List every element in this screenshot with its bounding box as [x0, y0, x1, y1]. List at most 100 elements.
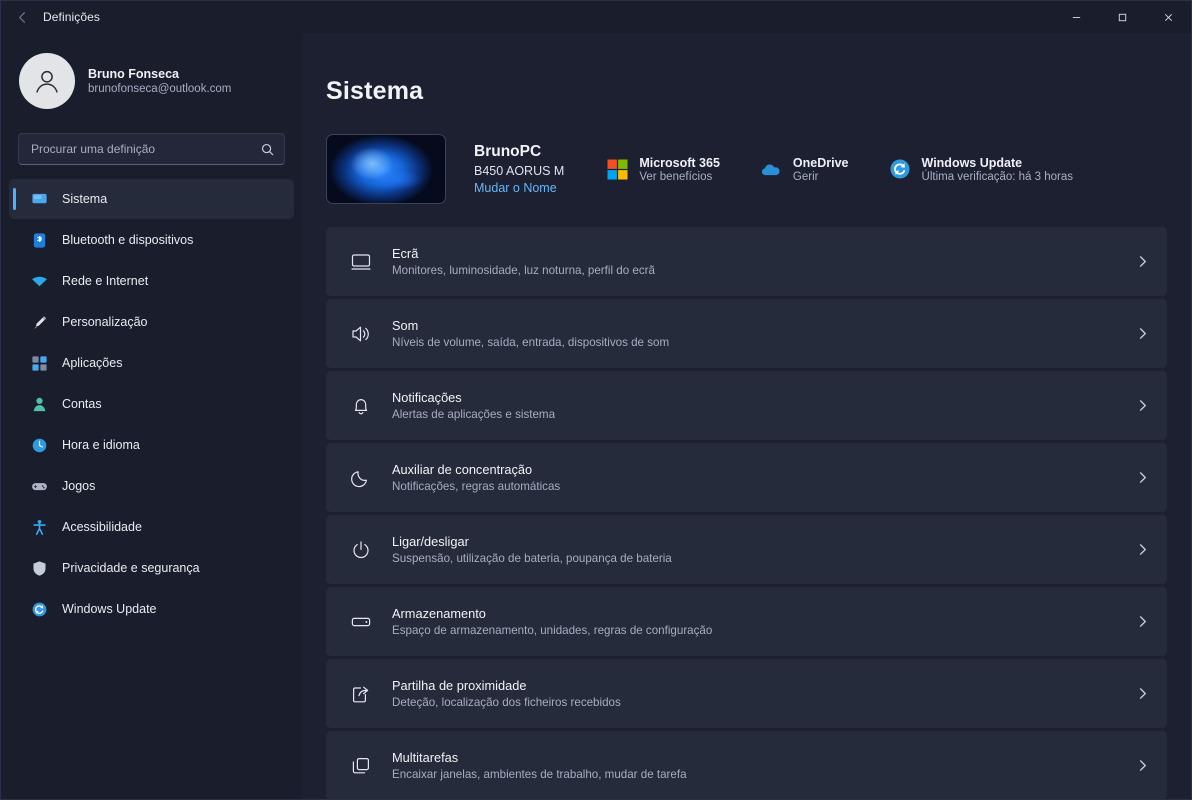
title-bar: Definições — [1, 1, 1191, 33]
sidebar-item-bluetooth[interactable]: Bluetooth e dispositivos — [9, 220, 294, 260]
window-body: Bruno Fonseca brunofonseca@outlook.com — [1, 33, 1191, 799]
settings-row-subtitle: Espaço de armazenamento, unidades, regra… — [392, 624, 1136, 637]
quick-link-microsoft-365[interactable]: Microsoft 365 Ver benefícios — [606, 156, 720, 183]
quick-link-title: OneDrive — [793, 156, 849, 170]
settings-row-ecra[interactable]: Ecrã Monitores, luminosidade, luz noturn… — [326, 227, 1167, 296]
settings-row-subtitle: Suspensão, utilização de bateria, poupan… — [392, 552, 1136, 565]
maximize-icon — [1117, 12, 1128, 23]
chevron-right-icon — [1136, 471, 1149, 484]
sidebar-nav: Sistema Bluetooth e dispositivos — [1, 179, 302, 629]
close-icon — [1163, 12, 1174, 23]
settings-row-title: Ligar/desligar — [392, 534, 1136, 549]
onedrive-cloud-icon — [760, 158, 782, 180]
display-icon — [31, 191, 48, 208]
sidebar-item-privacidade[interactable]: Privacidade e segurança — [9, 548, 294, 588]
sidebar-item-hora[interactable]: Hora e idioma — [9, 425, 294, 465]
bluetooth-icon — [31, 232, 48, 249]
minimize-icon — [1071, 12, 1082, 23]
quick-link-subtitle: Ver benefícios — [639, 171, 720, 183]
sidebar-item-contas[interactable]: Contas — [9, 384, 294, 424]
quick-link-title: Windows Update — [922, 156, 1073, 170]
settings-row-text: Auxiliar de concentração Notificações, r… — [392, 462, 1136, 493]
microsoft-logo-icon — [606, 158, 628, 180]
rename-device-link[interactable]: Mudar o Nome — [474, 181, 564, 195]
quick-link-subtitle: Última verificação: há 3 horas — [922, 171, 1073, 183]
sidebar-item-label: Privacidade e segurança — [62, 561, 200, 575]
settings-row-ligar-desligar[interactable]: Ligar/desligar Suspensão, utilização de … — [326, 515, 1167, 584]
windows-bloom-wallpaper — [326, 134, 446, 204]
settings-row-title: Som — [392, 318, 1136, 333]
quick-link-text: OneDrive Gerir — [793, 156, 849, 183]
device-name: BrunoPC — [474, 143, 564, 161]
sidebar-item-label: Contas — [62, 397, 102, 411]
quick-link-onedrive[interactable]: OneDrive Gerir — [760, 156, 849, 183]
settings-row-title: Auxiliar de concentração — [392, 462, 1136, 477]
search-box[interactable] — [18, 133, 285, 165]
monitor-icon — [348, 251, 374, 273]
sidebar-item-aplicacoes[interactable]: Aplicações — [9, 343, 294, 383]
speaker-icon — [348, 323, 374, 345]
shield-icon — [31, 560, 48, 577]
chevron-right-icon — [1136, 327, 1149, 340]
back-arrow-icon — [15, 10, 30, 25]
back-button[interactable] — [1, 1, 43, 33]
sidebar-item-label: Sistema — [62, 192, 107, 206]
sidebar-item-label: Hora e idioma — [62, 438, 140, 452]
settings-row-som[interactable]: Som Níveis de volume, saída, entrada, di… — [326, 299, 1167, 368]
sidebar-item-jogos[interactable]: Jogos — [9, 466, 294, 506]
settings-row-partilha-proximidade[interactable]: Partilha de proximidade Deteção, localiz… — [326, 659, 1167, 728]
quick-link-windows-update[interactable]: Windows Update Última verificação: há 3 … — [889, 156, 1073, 183]
settings-row-multitarefas[interactable]: Multitarefas Encaixar janelas, ambientes… — [326, 731, 1167, 799]
sidebar-item-sistema[interactable]: Sistema — [9, 179, 294, 219]
sidebar-item-label: Windows Update — [62, 602, 157, 616]
sidebar-item-label: Aplicações — [62, 356, 122, 370]
settings-row-subtitle: Alertas de aplicações e sistema — [392, 408, 1136, 421]
sidebar-item-label: Personalização — [62, 315, 147, 329]
settings-row-subtitle: Monitores, luminosidade, luz noturna, pe… — [392, 264, 1136, 277]
minimize-button[interactable] — [1053, 1, 1099, 33]
settings-row-text: Partilha de proximidade Deteção, localiz… — [392, 678, 1136, 709]
search-input[interactable] — [31, 142, 260, 156]
quick-links: Microsoft 365 Ver benefícios OneDrive — [606, 156, 1073, 183]
sidebar-item-acessibilidade[interactable]: Acessibilidade — [9, 507, 294, 547]
account-block[interactable]: Bruno Fonseca brunofonseca@outlook.com — [1, 33, 302, 127]
settings-row-text: Armazenamento Espaço de armazenamento, u… — [392, 606, 1136, 637]
apps-icon — [31, 355, 48, 372]
chevron-right-icon — [1136, 615, 1149, 628]
quick-link-subtitle: Gerir — [793, 171, 849, 183]
window-title: Definições — [43, 10, 100, 24]
quick-link-text: Microsoft 365 Ver benefícios — [639, 156, 720, 183]
sidebar-item-label: Rede e Internet — [62, 274, 148, 288]
account-email: brunofonseca@outlook.com — [88, 83, 231, 95]
share-icon — [348, 683, 374, 705]
settings-row-text: Ecrã Monitores, luminosidade, luz noturn… — [392, 246, 1136, 277]
settings-row-auxiliar-concentracao[interactable]: Auxiliar de concentração Notificações, r… — [326, 443, 1167, 512]
sidebar-item-label: Jogos — [62, 479, 95, 493]
sidebar: Bruno Fonseca brunofonseca@outlook.com — [1, 33, 302, 799]
device-strip: BrunoPC B450 AORUS M Mudar o Nome — [326, 133, 1191, 205]
update-icon — [31, 601, 48, 618]
chevron-right-icon — [1136, 543, 1149, 556]
chevron-right-icon — [1136, 399, 1149, 412]
multitask-icon — [348, 755, 374, 777]
close-button[interactable] — [1145, 1, 1191, 33]
sidebar-item-personalizacao[interactable]: Personalização — [9, 302, 294, 342]
maximize-button[interactable] — [1099, 1, 1145, 33]
search-icon — [260, 142, 275, 157]
settings-row-title: Armazenamento — [392, 606, 1136, 621]
sidebar-item-rede[interactable]: Rede e Internet — [9, 261, 294, 301]
settings-window: Definições — [0, 0, 1192, 800]
settings-row-armazenamento[interactable]: Armazenamento Espaço de armazenamento, u… — [326, 587, 1167, 656]
quick-link-text: Windows Update Última verificação: há 3 … — [922, 156, 1073, 183]
account-icon — [31, 396, 48, 413]
sidebar-item-label: Acessibilidade — [62, 520, 142, 534]
settings-row-notificacoes[interactable]: Notificações Alertas de aplicações e sis… — [326, 371, 1167, 440]
settings-row-text: Multitarefas Encaixar janelas, ambientes… — [392, 750, 1136, 781]
sidebar-item-label: Bluetooth e dispositivos — [62, 233, 193, 247]
settings-list: Ecrã Monitores, luminosidade, luz noturn… — [326, 227, 1167, 799]
avatar — [19, 53, 75, 109]
settings-row-title: Notificações — [392, 390, 1136, 405]
gamepad-icon — [31, 478, 48, 495]
sidebar-item-windows-update[interactable]: Windows Update — [9, 589, 294, 629]
update-icon — [889, 158, 911, 180]
